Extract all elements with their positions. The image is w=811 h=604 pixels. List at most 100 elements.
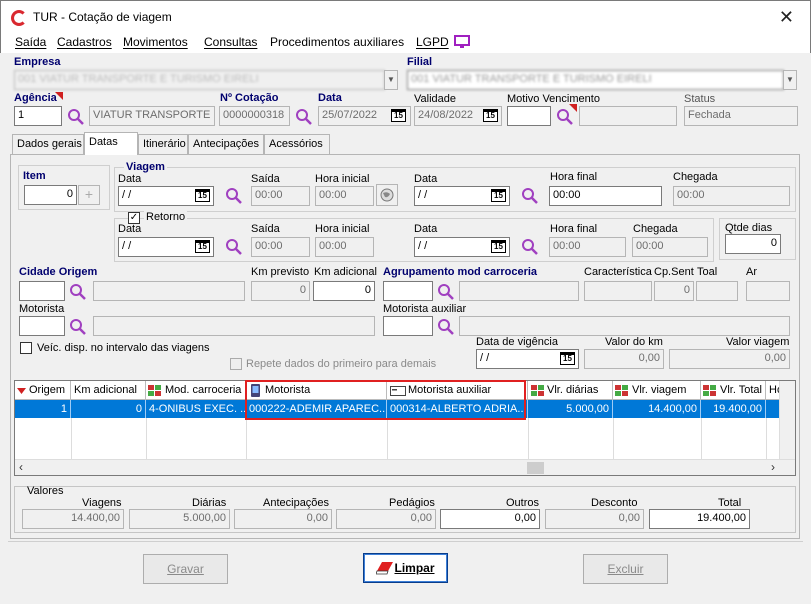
viagens-grid[interactable]: Origem Km adicional Mod. carroceria Moto…	[14, 380, 796, 476]
calendar-icon[interactable]: 15	[195, 189, 210, 202]
calendar-icon[interactable]: 15	[560, 352, 575, 365]
cidade-origem-code-field[interactable]	[19, 281, 65, 301]
viagem-data2-label: Data	[414, 173, 438, 185]
limpar-label: Limpar	[394, 561, 435, 575]
motorista-code-field[interactable]	[19, 316, 65, 336]
menu-bar: Saída Cadastros Movimentos Consultas Pro…	[0, 33, 811, 53]
menu-procedimentos[interactable]: Procedimentos auxiliares	[270, 35, 404, 49]
search-retorno-data-icon[interactable]	[225, 238, 243, 256]
search-cidade-origem-icon[interactable]	[69, 283, 87, 301]
calendar-icon[interactable]: 15	[491, 240, 506, 253]
qtde-dias-field[interactable]: 0	[725, 234, 781, 254]
hora-final-field[interactable]: 00:00	[549, 186, 662, 206]
search-cotacao-icon[interactable]	[295, 108, 313, 126]
search-agrupamento-icon[interactable]	[437, 283, 455, 301]
search-motivo-icon[interactable]	[556, 108, 574, 126]
search-agencia-icon[interactable]	[67, 108, 85, 126]
menu-movimentos[interactable]: Movimentos	[123, 35, 188, 49]
search-viagem-data2-icon[interactable]	[521, 187, 539, 205]
calendar-icon[interactable]: 15	[195, 240, 210, 253]
title-bar: TUR - Cotação de viagem ✕	[0, 0, 811, 33]
cpsent-field: 0	[654, 281, 694, 301]
pedagios-field: 0,00	[336, 509, 436, 529]
calendar-icon[interactable]: 15	[391, 109, 406, 122]
antecipacoes-field: 0,00	[234, 509, 332, 529]
horizontal-scrollbar[interactable]: ‹ ›	[15, 459, 795, 475]
cell-vlr-viagem: 14.400,00	[613, 400, 701, 418]
menu-saida[interactable]: Saída	[15, 35, 46, 49]
grid-col-motorista-aux[interactable]: Motorista auxiliar	[387, 381, 528, 400]
window-title: TUR - Cotação de viagem	[33, 10, 172, 24]
tab-itinerario[interactable]: Itinerário	[138, 134, 188, 154]
monitor-icon[interactable]	[454, 35, 470, 49]
phone-icon	[251, 384, 260, 397]
calendar-icon[interactable]: 15	[491, 189, 506, 202]
grid-col-km-adicional[interactable]: Km adicional	[71, 381, 146, 400]
grid-line	[146, 418, 147, 459]
outros-label: Outros	[506, 497, 540, 509]
tab-antecipacoes[interactable]: Antecipações	[188, 134, 264, 154]
tab-acessorios[interactable]: Acessórios	[264, 134, 330, 154]
status-label: Status	[684, 93, 716, 105]
cell-vlr-total: 19.400,00	[701, 400, 766, 418]
menu-cadastros[interactable]: Cadastros	[57, 35, 112, 49]
hora-inicial-label: Hora inicial	[315, 173, 370, 185]
km-adicional-field[interactable]: 0	[313, 281, 375, 301]
tab-datas[interactable]: Datas	[84, 132, 138, 155]
filial-field[interactable]: 001 VIATUR TRANSPORTE E TURISMO EIRELI	[407, 70, 784, 90]
motorista-aux-label: Motorista auxiliar	[383, 303, 467, 315]
menu-consultas[interactable]: Consultas	[204, 35, 257, 49]
agencia-code-field[interactable]: 1	[14, 106, 62, 126]
scroll-thumb[interactable]	[527, 462, 544, 474]
empresa-field[interactable]: 001 VIATUR TRANSPORTE E TURISMO EIRELI	[14, 70, 385, 90]
item-field[interactable]: 0	[24, 185, 77, 205]
tab-dados-gerais[interactable]: Dados gerais	[12, 134, 84, 154]
repete-checkbox[interactable]	[230, 358, 242, 370]
motivo-code-field[interactable]	[507, 106, 551, 126]
antecipacoes-label: Antecipações	[263, 497, 330, 509]
veic-disp-checkbox[interactable]	[20, 342, 32, 354]
valor-viagem-label: Valor viagem	[726, 336, 790, 348]
motorista-name-field	[93, 316, 375, 336]
filial-dropdown-icon[interactable]: ▼	[783, 70, 797, 90]
motorista-aux-code-field[interactable]	[383, 316, 433, 336]
scroll-left-icon[interactable]: ‹	[19, 460, 23, 474]
agrupamento-code-field[interactable]	[383, 281, 433, 301]
caracteristica-field	[584, 281, 652, 301]
search-viagem-data-icon[interactable]	[225, 187, 243, 205]
search-motorista-aux-icon[interactable]	[437, 318, 455, 336]
retorno-data-label: Data	[118, 223, 142, 235]
eraser-icon	[376, 562, 393, 575]
menu-lgpd[interactable]: LGPD	[416, 35, 449, 49]
total-field[interactable]: 19.400,00	[649, 509, 750, 529]
cell-motorista-aux: 000314-ALBERTO ADRIA...	[387, 400, 528, 418]
limpar-button[interactable]: Limpar	[363, 553, 448, 583]
grid-line	[701, 418, 702, 459]
search-motorista-icon[interactable]	[69, 318, 87, 336]
toal-field	[696, 281, 738, 301]
empresa-dropdown-icon[interactable]: ▼	[384, 70, 398, 90]
calendar-icon[interactable]: 15	[483, 109, 498, 122]
globe-icon[interactable]	[376, 184, 398, 206]
filial-label: Filial	[407, 56, 433, 68]
vertical-scrollbar[interactable]	[779, 381, 795, 459]
excluir-button[interactable]: Excluir	[583, 554, 668, 584]
hora-final-label: Hora final	[550, 171, 598, 183]
saida-field: 00:00	[251, 186, 310, 206]
outros-field[interactable]: 0,00	[440, 509, 540, 529]
viagem-data-label: Data	[118, 173, 142, 185]
valor-viagem-field: 0,00	[669, 349, 790, 369]
search-retorno-data2-icon[interactable]	[521, 238, 539, 256]
retorno-saida-field: 00:00	[251, 237, 310, 257]
viagens-field: 14.400,00	[22, 509, 124, 529]
table-row[interactable]: 1 0 4-ONIBUS EXEC. ... 000222-ADEMIR APA…	[15, 400, 795, 418]
grid-col-motorista[interactable]: Motorista	[246, 381, 387, 400]
lookup-column-icon	[531, 385, 544, 396]
cell-motorista: 000222-ADEMIR APAREC...	[246, 400, 387, 418]
desconto-field: 0,00	[545, 509, 644, 529]
add-item-icon[interactable]: +	[78, 185, 100, 205]
close-icon[interactable]: ✕	[779, 7, 794, 28]
scroll-right-icon[interactable]: ›	[771, 460, 775, 474]
retorno-chegada-field: 00:00	[632, 237, 708, 257]
gravar-button[interactable]: Gravar	[143, 554, 228, 584]
